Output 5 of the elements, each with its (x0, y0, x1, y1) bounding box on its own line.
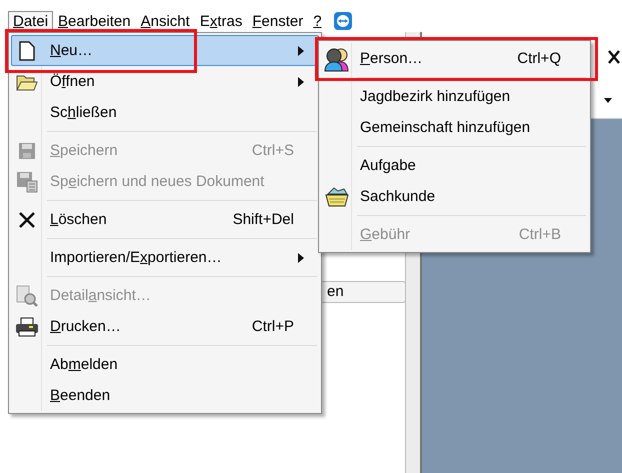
shortcut-label: Ctrl+P (252, 318, 294, 335)
shortcut-label: Ctrl+S (252, 142, 294, 159)
shortcut-label: Ctrl+B (518, 226, 561, 243)
shortcut-label: Shift+Del (232, 211, 294, 228)
shortcut-label: Ctrl+Q (517, 50, 561, 67)
